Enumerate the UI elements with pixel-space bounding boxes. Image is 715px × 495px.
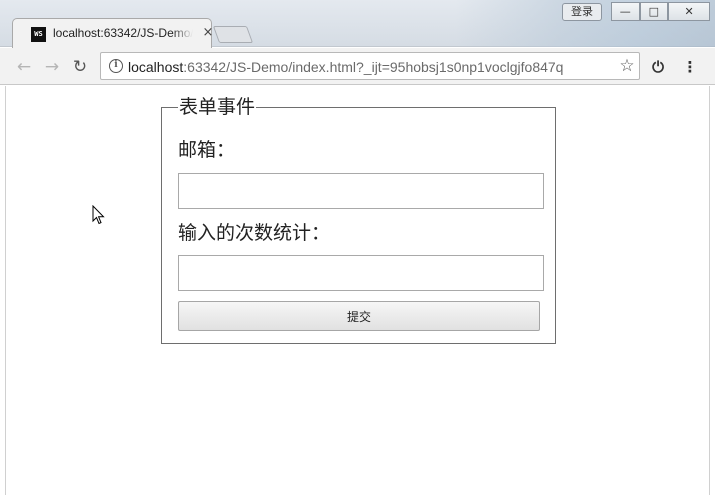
- address-bar[interactable]: i localhost:63342/JS-Demo/index.html?_ij…: [100, 52, 640, 80]
- forward-arrow-icon[interactable]: →: [41, 56, 63, 78]
- power-icon[interactable]: ⏻: [648, 56, 668, 78]
- title-bar: WS localhost:63342/JS-Demo/index.html?_i…: [0, 0, 715, 48]
- submit-button[interactable]: 提交: [178, 301, 540, 331]
- count-input[interactable]: [178, 255, 544, 291]
- url-path: :63342/JS-Demo/index.html?_ijt=95hobsj1s…: [183, 59, 564, 75]
- url-text[interactable]: localhost:63342/JS-Demo/index.html?_ijt=…: [128, 58, 603, 76]
- email-input[interactable]: [178, 173, 544, 209]
- new-tab-button[interactable]: [212, 26, 254, 43]
- back-arrow-icon[interactable]: ←: [13, 56, 35, 78]
- form-fieldset: 表单事件 邮箱： 输入的次数统计： 提交: [161, 96, 556, 344]
- page-viewport: 表单事件 邮箱： 输入的次数统计： 提交: [5, 86, 710, 495]
- menu-kebab-icon[interactable]: ⋮: [680, 56, 700, 78]
- reload-icon[interactable]: ↻: [69, 56, 91, 78]
- bookmark-star-icon[interactable]: ☆: [617, 56, 637, 76]
- mouse-cursor-icon: [92, 205, 105, 225]
- maximize-button[interactable]: □: [639, 2, 669, 21]
- form-legend: 表单事件: [179, 96, 256, 118]
- tab-title: localhost:63342/JS-Demo/index.html?_ijt=…: [53, 26, 193, 40]
- info-icon[interactable]: i: [109, 59, 123, 73]
- webstorm-favicon-icon: WS: [31, 27, 46, 42]
- email-label: 邮箱：: [178, 139, 236, 161]
- count-label: 输入的次数统计：: [178, 222, 331, 244]
- browser-tab[interactable]: WS localhost:63342/JS-Demo/index.html?_i…: [12, 18, 213, 48]
- user-profile-button[interactable]: 登录: [562, 3, 602, 21]
- minimize-button[interactable]: —: [611, 2, 640, 21]
- window-controls: — □ ✕: [611, 2, 711, 21]
- url-host: localhost: [128, 59, 184, 75]
- close-window-button[interactable]: ✕: [668, 2, 711, 21]
- browser-toolbar: ← → ↻ i localhost:63342/JS-Demo/index.ht…: [0, 48, 715, 85]
